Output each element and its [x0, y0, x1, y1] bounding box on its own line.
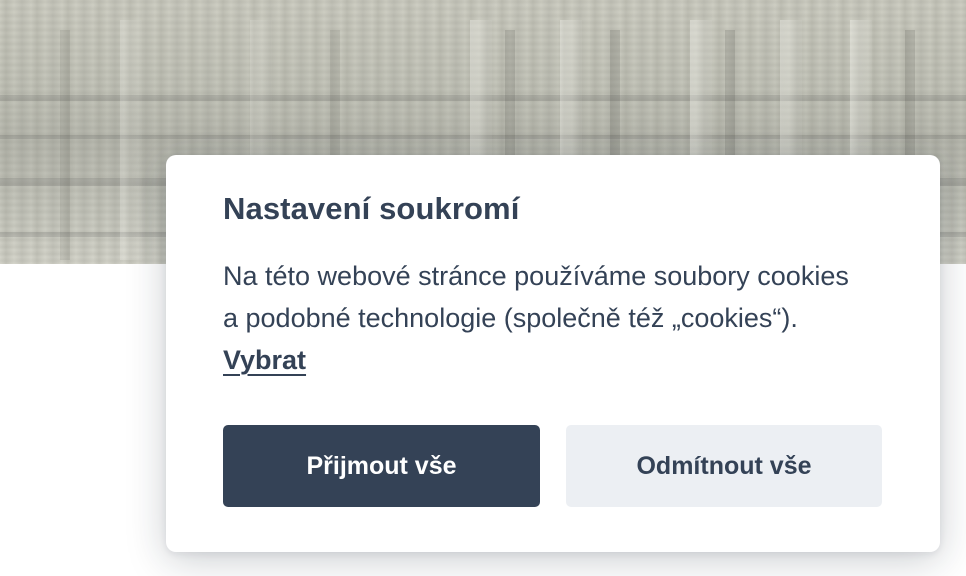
dialog-description: Na této webové stránce používáme soubory… [223, 255, 863, 381]
cookie-consent-dialog: Nastavení soukromí Na této webové stránc… [166, 155, 940, 552]
reject-all-button[interactable]: Odmítnout vše [566, 425, 882, 507]
dialog-title: Nastavení soukromí [223, 191, 520, 226]
choose-cookies-link[interactable]: Vybrat [223, 345, 306, 375]
page: Nastavení soukromí Na této webové stránc… [0, 0, 966, 576]
accept-all-button[interactable]: Přijmout vše [223, 425, 540, 507]
dialog-description-text: Na této webové stránce používáme soubory… [223, 261, 849, 333]
